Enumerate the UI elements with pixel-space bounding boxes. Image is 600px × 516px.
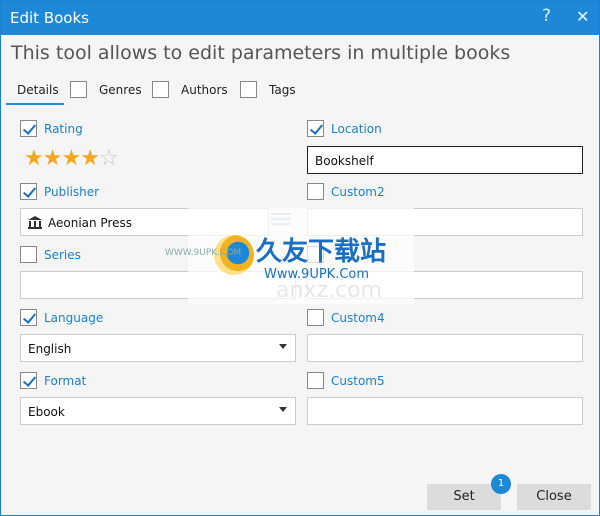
star-icon[interactable]: ★: [61, 146, 81, 171]
language-label: Language: [44, 311, 104, 325]
set-button[interactable]: Set: [427, 484, 501, 510]
tab-authors-checkbox[interactable]: [152, 81, 169, 98]
location-input[interactable]: Bookshelf: [307, 146, 583, 174]
rating-label: Rating: [44, 122, 83, 136]
edit-books-dialog: Edit Books ? ✕ This tool allows to edit …: [0, 0, 600, 516]
set-count-badge: 1: [491, 474, 511, 494]
watermark-small-text: WWW.9UPK.COM: [165, 248, 242, 258]
close-button-label: Close: [536, 489, 572, 504]
rating-stars[interactable]: ★★★★☆: [24, 146, 119, 171]
publisher-checkbox[interactable]: [20, 183, 37, 200]
window-title: Edit Books: [10, 9, 89, 27]
location-label: Location: [331, 122, 382, 136]
set-button-label: Set: [453, 489, 475, 504]
language-checkbox[interactable]: [20, 309, 37, 326]
tab-authors[interactable]: Authors: [181, 83, 228, 97]
language-value: English: [28, 342, 72, 356]
custom4-label: Custom4: [331, 311, 385, 325]
star-outline-icon[interactable]: ☆: [99, 146, 119, 171]
custom5-input[interactable]: [307, 397, 583, 425]
title-bar: Edit Books ? ✕: [1, 1, 599, 35]
tab-bar: Details Genres Authors Tags: [6, 77, 596, 107]
format-label: Format: [44, 374, 87, 388]
tab-genres-checkbox[interactable]: [70, 81, 87, 98]
language-select[interactable]: English: [20, 334, 296, 362]
star-icon[interactable]: ★: [24, 146, 44, 171]
star-icon[interactable]: ★: [43, 146, 63, 171]
series-label: Series: [44, 248, 81, 262]
bank-icon: [28, 216, 42, 229]
star-icon[interactable]: ★: [80, 146, 100, 171]
custom2-label: Custom2: [331, 185, 385, 199]
tab-tags[interactable]: Tags: [269, 83, 296, 97]
format-checkbox[interactable]: [20, 372, 37, 389]
chevron-down-icon: [279, 344, 287, 349]
format-select[interactable]: Ebook: [20, 397, 296, 425]
location-value: Bookshelf: [315, 154, 374, 168]
close-button[interactable]: Close: [517, 484, 591, 510]
custom5-checkbox[interactable]: [307, 372, 324, 389]
tab-details[interactable]: Details: [6, 77, 64, 105]
watermark-faint-text: anxz.com: [276, 278, 382, 303]
tab-tags-checkbox[interactable]: [240, 81, 257, 98]
format-value: Ebook: [28, 405, 65, 419]
page-title: This tool allows to edit parameters in m…: [11, 42, 511, 64]
watermark-title: 久友下载站: [256, 237, 387, 267]
location-checkbox[interactable]: [307, 120, 324, 137]
publisher-label: Publisher: [44, 185, 100, 199]
tab-details-label: Details: [17, 83, 59, 97]
tab-genres[interactable]: Genres: [99, 83, 142, 97]
series-checkbox[interactable]: [20, 246, 37, 263]
rating-checkbox[interactable]: [20, 120, 37, 137]
custom4-input[interactable]: [307, 334, 583, 362]
custom4-checkbox[interactable]: [307, 309, 324, 326]
help-button[interactable]: ?: [542, 6, 551, 26]
publisher-value: Aeonian Press: [48, 216, 133, 230]
custom5-label: Custom5: [331, 374, 385, 388]
close-window-button[interactable]: ✕: [576, 7, 589, 26]
chevron-down-icon: [279, 407, 287, 412]
custom2-checkbox[interactable]: [307, 183, 324, 200]
